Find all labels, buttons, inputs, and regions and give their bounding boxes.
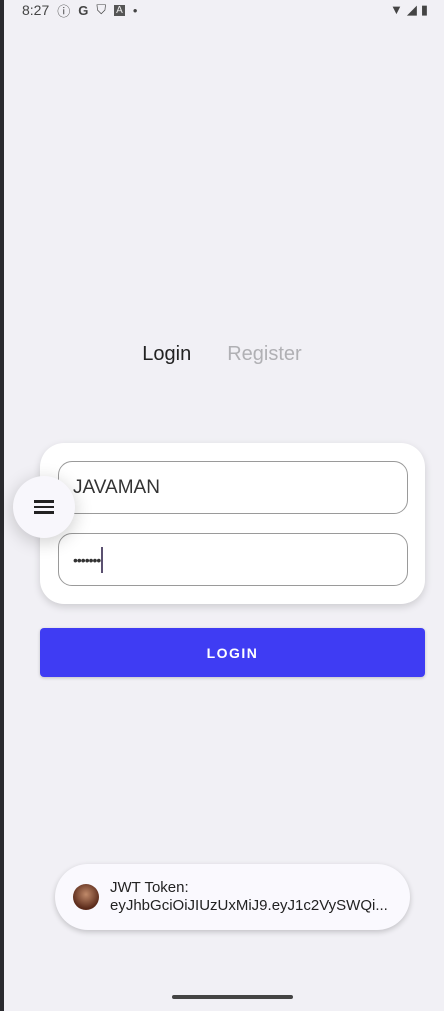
- signal-icon: ◢: [406, 2, 417, 17]
- screen-edge: [0, 0, 4, 1011]
- a-icon: A: [114, 4, 125, 16]
- username-value: JAVAMAN: [73, 476, 160, 498]
- wifi-icon: ▼: [389, 2, 403, 17]
- battery-icon: ▮: [420, 2, 428, 17]
- dot-icon: •: [132, 2, 138, 18]
- username-input[interactable]: JAVAMAN: [58, 461, 408, 514]
- login-card: JAVAMAN •••••••: [40, 443, 425, 604]
- gesture-nav-bar[interactable]: [172, 995, 293, 999]
- tab-register[interactable]: Register: [227, 343, 301, 366]
- menu-button[interactable]: [13, 476, 75, 538]
- toast-title: JWT Token:: [110, 879, 189, 896]
- text-cursor: [101, 546, 104, 573]
- app-avatar-icon: [73, 884, 99, 910]
- status-bar: 8:27 ⓘ G ⛉ A • ▼ ◢ ▮: [22, 0, 428, 20]
- status-time: 8:27: [22, 2, 50, 18]
- password-value: •••••••: [73, 551, 101, 568]
- toast-message: JWT Token: eyJhbGciOiJIUzUxMiJ9.eyJ1c2Vy…: [55, 864, 410, 930]
- auth-tabs: Login Register: [0, 343, 444, 366]
- toast-token: eyJhbGciOiJIUzUxMiJ9.eyJ1c2VySWQi...: [110, 897, 388, 914]
- login-button[interactable]: LOGIN: [40, 628, 425, 677]
- google-icon: G: [78, 2, 89, 18]
- shield-icon: ⛉: [96, 2, 107, 17]
- info-icon: ⓘ: [57, 3, 71, 19]
- hamburger-icon: [34, 497, 54, 517]
- tab-login[interactable]: Login: [142, 343, 191, 366]
- password-input[interactable]: •••••••: [58, 533, 408, 586]
